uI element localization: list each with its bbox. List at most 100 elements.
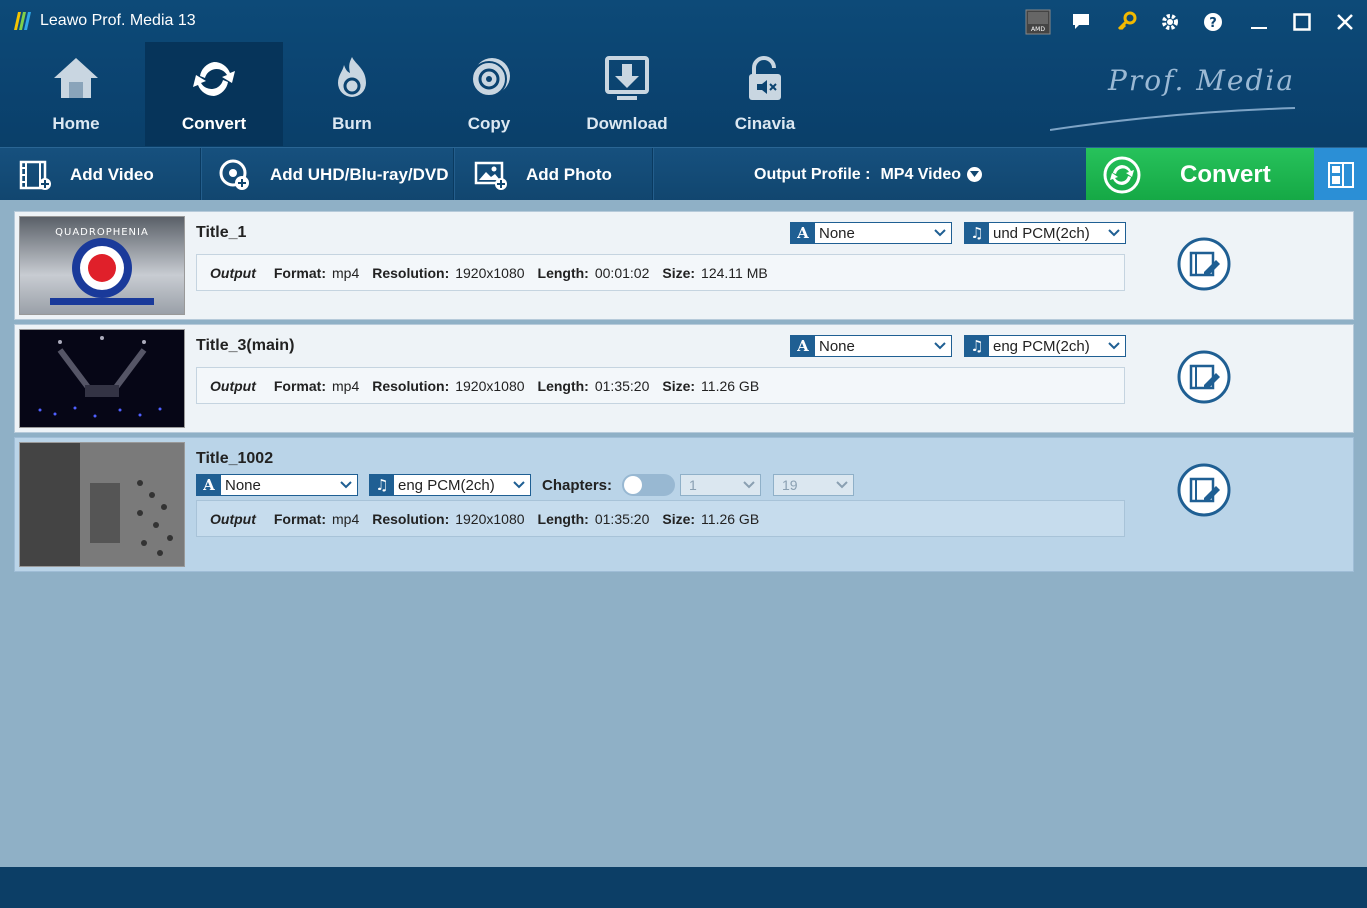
list-item[interactable]: Title_3(main) A None ♫ eng PCM(2ch) Outp… [14, 324, 1354, 433]
amd-icon[interactable]: AMD [1023, 8, 1053, 36]
length-label: Length: [537, 510, 589, 527]
maximize-icon[interactable] [1287, 8, 1317, 36]
video-thumbnail [19, 329, 185, 428]
burn-icon [338, 57, 366, 97]
nav-copy[interactable]: Copy [420, 42, 558, 146]
format-value: mp4 [332, 510, 360, 527]
music-note-icon: ♫ [370, 475, 394, 495]
chapter-from-value: 1 [689, 477, 697, 493]
chapters-toggle[interactable] [622, 474, 675, 496]
output-label: Output [210, 510, 256, 527]
layout-toggle-button[interactable] [1314, 148, 1367, 201]
minimize-icon[interactable] [1244, 8, 1274, 36]
audio-select[interactable]: ♫ eng PCM(2ch) [369, 474, 531, 496]
video-thumbnail: QUADROPHENIA [19, 216, 185, 315]
convert-icon [193, 61, 235, 97]
settings-icon[interactable] [1155, 8, 1185, 36]
chevron-down-icon [929, 336, 951, 356]
nav-home[interactable]: Home [7, 42, 145, 146]
length-label: Length: [537, 377, 589, 394]
audio-value: eng PCM(2ch) [993, 337, 1090, 355]
add-photo-button[interactable]: Add Photo [474, 148, 612, 201]
subtitle-select[interactable]: A None [790, 335, 952, 357]
add-photo-label: Add Photo [526, 164, 612, 184]
add-video-button[interactable]: Add Video [18, 148, 154, 201]
size-label: Size: [662, 510, 696, 527]
output-profile-label: Output Profile : [754, 165, 871, 183]
size-label: Size: [662, 264, 696, 281]
nav-convert-label: Convert [181, 114, 247, 133]
output-profile-selector[interactable]: Output Profile : MP4 Video [754, 148, 983, 201]
chapters-label: Chapters: [542, 477, 613, 494]
music-note-icon: ♫ [965, 336, 989, 356]
edit-video-icon[interactable] [1176, 462, 1232, 518]
edit-video-icon[interactable] [1176, 349, 1232, 405]
output-profile-value: MP4 Video [880, 165, 962, 183]
toolbar: Add Video Add UHD/Blu-ray/DVD Add Photo … [0, 147, 1367, 201]
size-value: 124.11 MB [701, 264, 768, 281]
length-value: 01:35:20 [594, 510, 650, 527]
subtitle-value: None [225, 476, 261, 494]
nav-download-label: Download [586, 114, 668, 133]
status-bar [0, 867, 1367, 908]
title-list: QUADROPHENIA Title_1 A None ♫ und PCM(2c… [0, 200, 1367, 867]
add-disc-button[interactable]: Add UHD/Blu-ray/DVD [218, 148, 449, 201]
resolution-value: 1920x1080 [455, 377, 525, 394]
help-icon[interactable]: ? [1198, 8, 1228, 36]
chevron-down-icon [738, 481, 760, 489]
audio-select[interactable]: ♫ und PCM(2ch) [964, 222, 1126, 244]
output-label: Output [210, 264, 256, 281]
audio-value: und PCM(2ch) [993, 224, 1090, 242]
nav-burn-label: Burn [332, 114, 372, 133]
subtitle-icon: A [791, 223, 815, 243]
list-item[interactable]: Title_1002 A None ♫ eng PCM(2ch) Chapter… [14, 437, 1354, 572]
nav-convert[interactable]: Convert [145, 42, 283, 146]
title-name: Title_1 [196, 224, 247, 241]
list-item[interactable]: QUADROPHENIA Title_1 A None ♫ und PCM(2c… [14, 211, 1354, 320]
add-disc-icon [219, 159, 249, 190]
size-label: Size: [662, 377, 696, 394]
subtitle-icon: A [791, 336, 815, 356]
chevron-down-icon [508, 475, 530, 495]
add-photo-icon [474, 161, 507, 190]
length-label: Length: [537, 264, 589, 281]
download-icon [605, 56, 649, 100]
chapter-from-select[interactable]: 1 [680, 474, 761, 496]
chapter-to-value: 19 [782, 477, 798, 493]
thumbnail-text: QUADROPHENIA [55, 227, 149, 238]
chevron-down-icon [929, 223, 951, 243]
format-label: Format: [273, 510, 326, 527]
output-info: Output Format: mp4 Resolution: 1920x1080 L… [196, 500, 1125, 537]
convert-button[interactable]: Convert [1086, 148, 1314, 201]
cinavia-icon [749, 56, 781, 100]
resolution-value: 1920x1080 [455, 510, 525, 527]
key-icon[interactable] [1112, 8, 1142, 36]
audio-select[interactable]: ♫ eng PCM(2ch) [964, 335, 1126, 357]
size-value: 11.26 GB [701, 510, 760, 527]
add-video-label: Add Video [70, 164, 154, 184]
nav-download[interactable]: Download [558, 42, 696, 146]
video-thumbnail [19, 442, 185, 567]
title-bar: Leawo Prof. Media 13 AMD ? [0, 0, 1367, 42]
app-logo-icon [14, 12, 31, 30]
resolution-value: 1920x1080 [455, 264, 525, 281]
format-value: mp4 [332, 264, 360, 281]
nav-burn[interactable]: Burn [283, 42, 421, 146]
window-title: Leawo Prof. Media 13 [40, 12, 196, 29]
length-value: 00:01:02 [594, 264, 650, 281]
subtitle-select[interactable]: A None [196, 474, 358, 496]
feedback-icon[interactable] [1066, 8, 1096, 36]
size-value: 11.26 GB [701, 377, 760, 394]
output-info: Output Format: mp4 Resolution: 1920x1080 L… [196, 254, 1125, 291]
toolbar-divider [652, 148, 654, 201]
chevron-down-icon [831, 481, 853, 489]
chapter-to-select[interactable]: 19 [773, 474, 854, 496]
nav-cinavia[interactable]: Cinavia [696, 42, 834, 146]
edit-video-icon[interactable] [1176, 236, 1232, 292]
subtitle-select[interactable]: A None [790, 222, 952, 244]
toolbar-divider [453, 148, 455, 201]
svg-text:AMD: AMD [1031, 26, 1045, 33]
toggle-knob [624, 476, 642, 494]
close-icon[interactable] [1330, 8, 1360, 36]
audio-value: eng PCM(2ch) [398, 476, 495, 494]
